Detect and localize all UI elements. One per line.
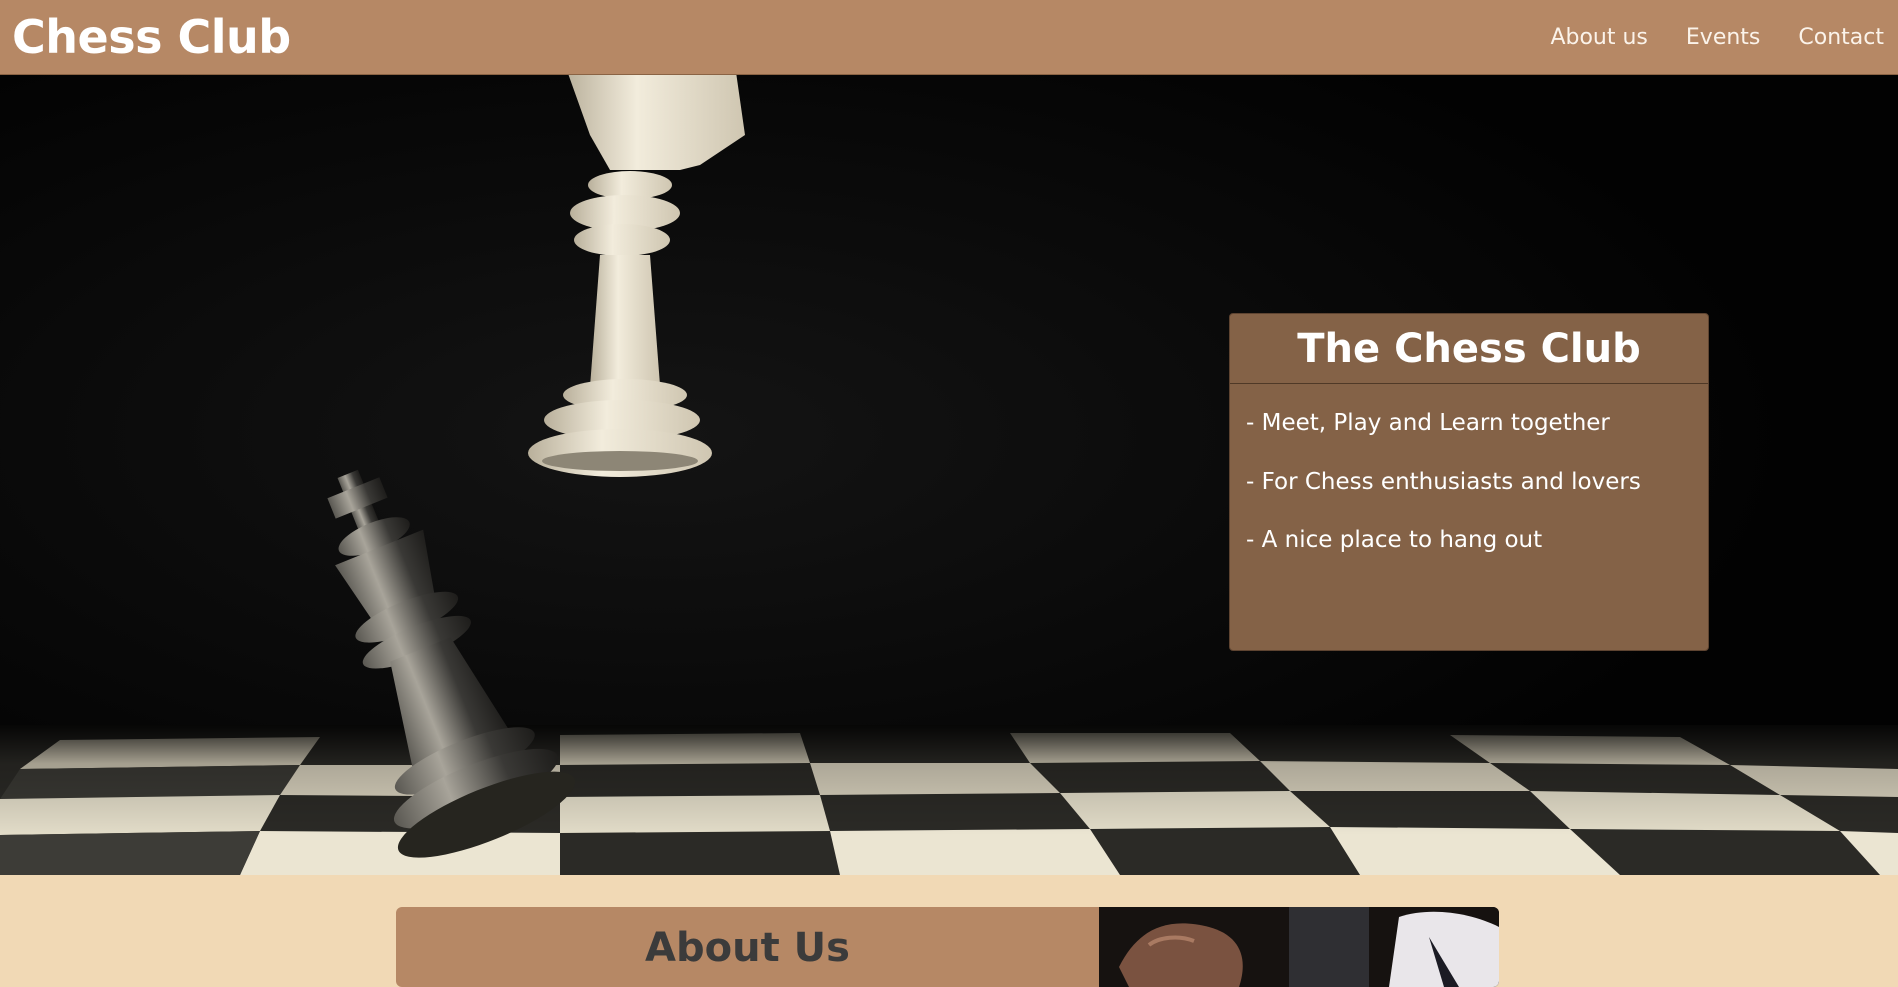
- brand-logo[interactable]: Chess Club: [12, 10, 291, 64]
- about-title: About Us: [645, 925, 850, 971]
- hero-info-card: The Chess Club - Meet, Play and Learn to…: [1229, 313, 1709, 651]
- nav-link-contact[interactable]: Contact: [1798, 25, 1884, 50]
- hero-card-list: - Meet, Play and Learn together - For Ch…: [1230, 384, 1708, 555]
- nav-link-events[interactable]: Events: [1686, 25, 1761, 50]
- hero-card-item: - A nice place to hang out: [1246, 527, 1543, 554]
- nav-links: About us Events Contact: [1550, 25, 1884, 50]
- about-photo: [1099, 907, 1499, 987]
- nav-link-about-us[interactable]: About us: [1550, 25, 1647, 50]
- about-card: About Us: [396, 907, 1499, 987]
- hero-card-item: - For Chess enthusiasts and lovers: [1246, 468, 1641, 495]
- hero-card-title: The Chess Club: [1230, 314, 1708, 384]
- about-text-panel: About Us: [396, 907, 1099, 987]
- chess-player-photo-icon: [1099, 907, 1499, 987]
- hero-section: The Chess Club - Meet, Play and Learn to…: [0, 75, 1898, 875]
- about-section: About Us: [0, 875, 1898, 987]
- top-navbar: Chess Club About us Events Contact: [0, 0, 1898, 75]
- hero-card-item: - Meet, Play and Learn together: [1246, 410, 1610, 436]
